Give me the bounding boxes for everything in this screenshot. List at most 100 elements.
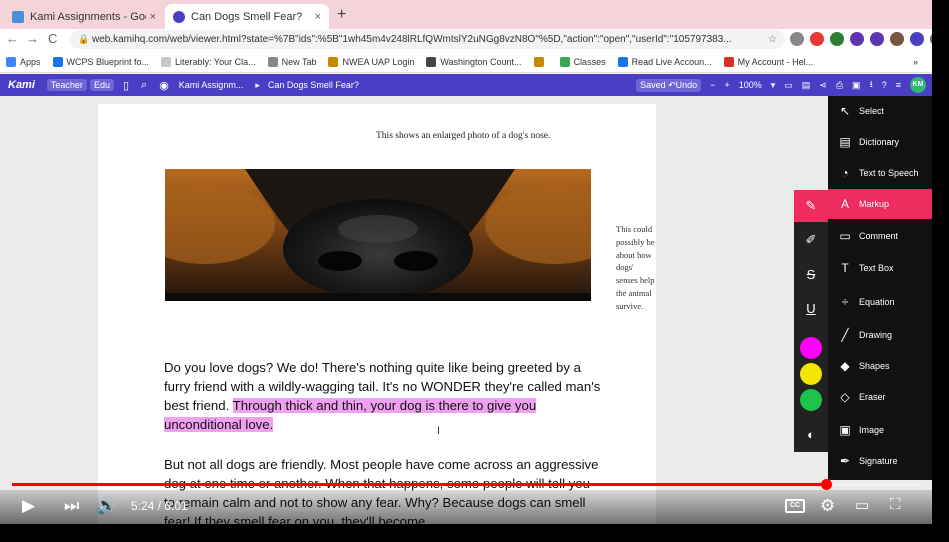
reload-button[interactable]: C xyxy=(48,31,57,46)
browser-toolbar: ← → C 🔒 web.kamihq.com/web/viewer.html?s… xyxy=(0,29,932,51)
bookmark-item[interactable]: My Account - Hel... xyxy=(723,56,813,67)
tool-markup[interactable]: A Markup xyxy=(828,189,932,219)
kami-icon: ◉ xyxy=(159,79,169,92)
tool-image[interactable]: ▣ Image xyxy=(828,415,932,445)
annotation-note[interactable]: This could possibly be about how dogs' s… xyxy=(616,223,656,313)
tool-shapes[interactable]: ◆ Shapes xyxy=(828,351,932,381)
image-icon: ▣ xyxy=(839,423,851,437)
progress-fill xyxy=(12,483,827,486)
tool-dictionary[interactable]: ▤ Dictionary xyxy=(828,127,932,157)
bookmark-item[interactable]: New Tab xyxy=(267,56,316,67)
undo-label: Undo xyxy=(675,79,698,90)
bookmark-item[interactable]: Washington Count... xyxy=(426,56,522,67)
tool-label: Comment xyxy=(859,231,899,241)
settings-gear-icon[interactable]: ⚙ xyxy=(820,496,835,516)
palette-icon[interactable]: ◐ xyxy=(794,418,828,450)
zoom-level[interactable]: 100% xyxy=(739,80,762,90)
note-edit-icon[interactable]: ✐ xyxy=(794,224,828,256)
kami-extension-icon[interactable] xyxy=(910,32,924,46)
tool-text-box[interactable]: T Text Box xyxy=(828,253,932,283)
extension-icon[interactable] xyxy=(790,32,804,46)
sidebar-toggle-icon[interactable]: ▯ xyxy=(123,79,129,92)
extension-icon[interactable] xyxy=(830,32,844,46)
kami-icon xyxy=(173,10,185,23)
cursor-icon: ↖ xyxy=(839,104,851,118)
save-icon[interactable]: ▣ xyxy=(852,80,861,91)
color-swatch-yellow[interactable] xyxy=(800,363,822,385)
extension-icon[interactable] xyxy=(810,32,824,46)
zoom-in-icon[interactable]: + xyxy=(724,80,729,90)
google-drive-icon xyxy=(12,10,24,23)
bookmark-icon xyxy=(6,56,16,67)
volume-icon[interactable]: 🔊 xyxy=(96,496,117,516)
menu-icon[interactable]: ≡ xyxy=(896,80,901,90)
bookmark-item[interactable]: NWEA UAP Login xyxy=(328,56,414,67)
bookmark-item[interactable] xyxy=(533,56,548,67)
miniplayer-icon[interactable]: ▭ xyxy=(855,496,869,514)
share-icon[interactable]: ⋖ xyxy=(819,80,827,91)
tab-kami-assignments[interactable]: Kami Assignments - Google D × xyxy=(4,4,164,29)
bookmark-item[interactable]: Apps xyxy=(6,56,41,67)
download-icon[interactable]: ⭳ xyxy=(870,77,873,93)
user-avatar[interactable]: KM xyxy=(910,77,926,93)
tool-signature[interactable]: ✒ Signature xyxy=(828,446,932,476)
tool-drawing[interactable]: ╱ Drawing xyxy=(828,320,932,350)
tool-eraser[interactable]: ◇ Eraser xyxy=(828,382,932,412)
color-swatch-green[interactable] xyxy=(800,389,822,411)
extension-icon[interactable] xyxy=(850,32,864,46)
tool-equation[interactable]: ÷ Equation xyxy=(828,287,932,317)
tab-title: Can Dogs Smell Fear? xyxy=(191,10,303,23)
profile-avatar[interactable] xyxy=(890,32,904,46)
edu-badge: Edu xyxy=(89,79,114,91)
close-icon[interactable]: × xyxy=(150,11,156,23)
saved-undo-badge[interactable]: Saved ↶Undo xyxy=(636,78,702,92)
bookmark-icon xyxy=(426,56,437,67)
bookmarks-overflow[interactable]: » xyxy=(913,57,918,67)
textbox-icon: T xyxy=(841,261,849,275)
bookmark-label: Read Live Accoun... xyxy=(631,56,712,67)
bookmark-icon xyxy=(559,56,570,67)
bookmark-star-icon[interactable]: ☆ xyxy=(768,30,777,49)
tool-label: Image xyxy=(859,425,885,435)
zoom-out-icon[interactable]: − xyxy=(710,80,715,90)
progress-bar[interactable] xyxy=(12,479,920,490)
bookmark-icon xyxy=(533,56,544,67)
extension-icon[interactable] xyxy=(870,32,884,46)
bookmark-label: WCPS Blueprint fo... xyxy=(66,56,150,67)
close-icon[interactable]: × xyxy=(315,11,321,23)
bookmarks-bar: Apps WCPS Blueprint fo... Literably: Your … xyxy=(0,51,932,73)
color-swatch-magenta[interactable] xyxy=(800,337,822,359)
help-icon[interactable]: ? xyxy=(882,80,887,90)
search-icon[interactable]: ⌕ xyxy=(141,79,147,92)
fullscreen-icon[interactable]: ⛶ xyxy=(890,496,901,513)
bookmark-label: Apps xyxy=(20,56,41,67)
breadcrumb-folder[interactable]: Kami Assignm... xyxy=(179,80,244,90)
back-button[interactable]: ← xyxy=(6,31,19,46)
play-icon[interactable]: ▶ xyxy=(22,496,35,516)
address-bar[interactable]: 🔒 web.kamihq.com/web/viewer.html?state=%… xyxy=(70,30,785,49)
tool-text-to-speech[interactable]: ◔ Text to Speech xyxy=(828,158,932,188)
teacher-badge: Teacher xyxy=(46,79,87,91)
tool-label: Shapes xyxy=(859,361,890,371)
next-icon[interactable]: ⏭ xyxy=(64,496,79,516)
chevron-down-icon[interactable]: ▾ xyxy=(771,80,776,91)
kami-toolbar: Kami Teacher Edu ▯ ⌕ ◉ Kami Assignm... ▸… xyxy=(0,74,932,96)
captions-button[interactable]: CC xyxy=(785,499,805,513)
folder-icon[interactable]: ▤ xyxy=(802,80,811,91)
strikethrough-icon[interactable]: S xyxy=(794,258,828,290)
bookmark-item[interactable]: Literably: Your Cla... xyxy=(161,56,256,67)
tool-select[interactable]: ↖ Select xyxy=(828,96,932,126)
highlighter-icon[interactable]: ✎ xyxy=(794,190,828,222)
tool-comment[interactable]: ▭ Comment xyxy=(828,221,932,251)
bookmark-item[interactable]: WCPS Blueprint fo... xyxy=(52,56,150,67)
forward-button[interactable]: → xyxy=(26,31,39,46)
dog-nose-photo xyxy=(165,169,591,301)
tool-label: Equation xyxy=(859,297,895,307)
tab-can-dogs-smell-fear[interactable]: Can Dogs Smell Fear? × xyxy=(165,4,329,29)
new-tab-button[interactable]: + xyxy=(337,6,346,24)
underline-icon[interactable]: U xyxy=(794,292,828,324)
pages-icon[interactable]: ▭ xyxy=(784,80,793,91)
bookmark-item[interactable]: Read Live Accoun... xyxy=(617,56,712,67)
bookmark-item[interactable]: Classes xyxy=(559,56,606,67)
print-icon[interactable]: ⎙ xyxy=(836,80,843,91)
